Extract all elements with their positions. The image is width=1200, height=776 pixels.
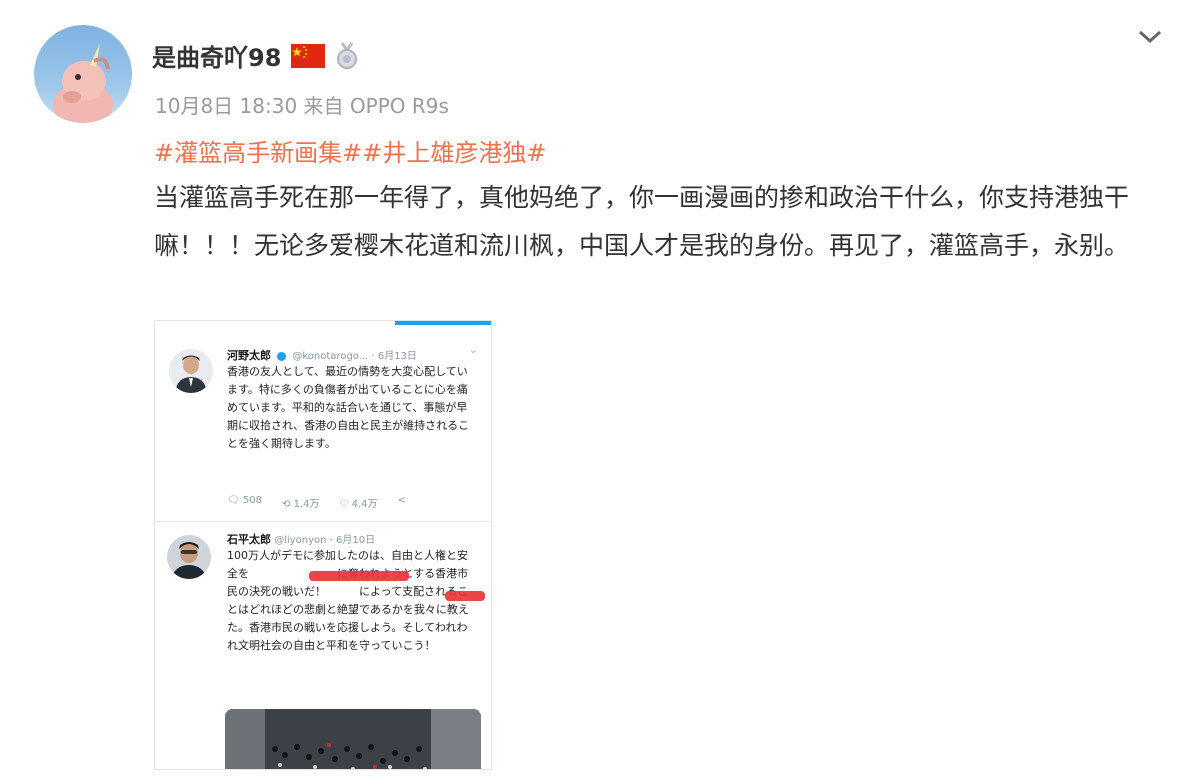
tweet-date: · 6月13日 <box>371 351 417 362</box>
source-device[interactable]: OPPO R9s <box>350 94 449 118</box>
chevron-down-icon[interactable] <box>1136 24 1164 48</box>
avatar[interactable] <box>34 25 132 123</box>
red-redaction-mark <box>309 571 409 581</box>
medal-badge-icon[interactable] <box>335 41 359 70</box>
username-row: 是曲奇吖98 <box>152 38 359 73</box>
tweet-actions: 🗨 508 ⟲ 1.4万 ♡ 4.4万 < <box>227 495 406 510</box>
like-count: ♡ 4.4万 <box>339 499 378 510</box>
tweet-text: 香港の友人として、最近の情勢を大変心配しています。特に多くの負傷者が出ていること… <box>227 365 470 450</box>
china-flag-icon <box>291 43 326 68</box>
source-prefix: 来自 <box>303 94 344 118</box>
tweet-header: 河野太郎 @konotarogo... · 6月13日 <box>227 347 417 363</box>
tweet-date: · 6月10日 <box>329 535 376 546</box>
heart-icon: ♡ <box>339 499 349 510</box>
protest-crowd-photo <box>225 709 481 769</box>
tweet-text: 100万人がデモに参加したのは、自由と人権と安全を に奪われようとする香港市民の… <box>227 549 469 652</box>
tweet-avatar <box>169 349 213 393</box>
tweet-author-name: 石平太郎 <box>227 533 271 546</box>
hashtag-link[interactable]: #井上雄彦港独# <box>362 139 546 167</box>
red-redaction-mark <box>445 591 485 601</box>
tweet-avatar <box>167 535 211 579</box>
post-text: 当灌篮高手死在那一年得了，真他妈绝了，你一画漫画的掺和政治干什么，你支持港独干嘛… <box>154 183 1130 260</box>
hashtag-link[interactable]: #灌篮高手新画集# <box>154 139 362 167</box>
tweet-author-name: 河野太郎 <box>227 349 271 362</box>
tweet-handle: @konotarogo... <box>292 351 369 362</box>
tweet-menu-icon: ⌄ <box>469 345 478 356</box>
tweet-header: 石平太郎 @liyonyon · 6月10日 <box>227 531 375 547</box>
share-icon: < <box>397 495 406 506</box>
tab-indicator <box>395 321 491 325</box>
tweet-divider <box>155 521 491 522</box>
post-meta: 10月8日 18:30 来自 OPPO R9s <box>155 90 449 119</box>
username[interactable]: 是曲奇吖98 <box>152 38 281 73</box>
reply-count: 🗨 508 <box>227 495 262 506</box>
reply-icon: 🗨 <box>227 495 240 506</box>
embedded-screenshot-image[interactable]: 河野太郎 @konotarogo... · 6月13日 ⌄ 香港の友人として、最… <box>154 320 492 770</box>
unicorn-plush-image <box>53 43 113 123</box>
post-time[interactable]: 10月8日 18:30 <box>155 94 297 118</box>
verified-icon <box>277 351 287 361</box>
hashtags: #灌篮高手新画集##井上雄彦港独# <box>154 133 546 168</box>
tweet-handle: @liyonyon <box>274 535 327 546</box>
retweet-icon: ⟲ <box>281 499 291 510</box>
retweet-count: ⟲ 1.4万 <box>281 499 320 510</box>
